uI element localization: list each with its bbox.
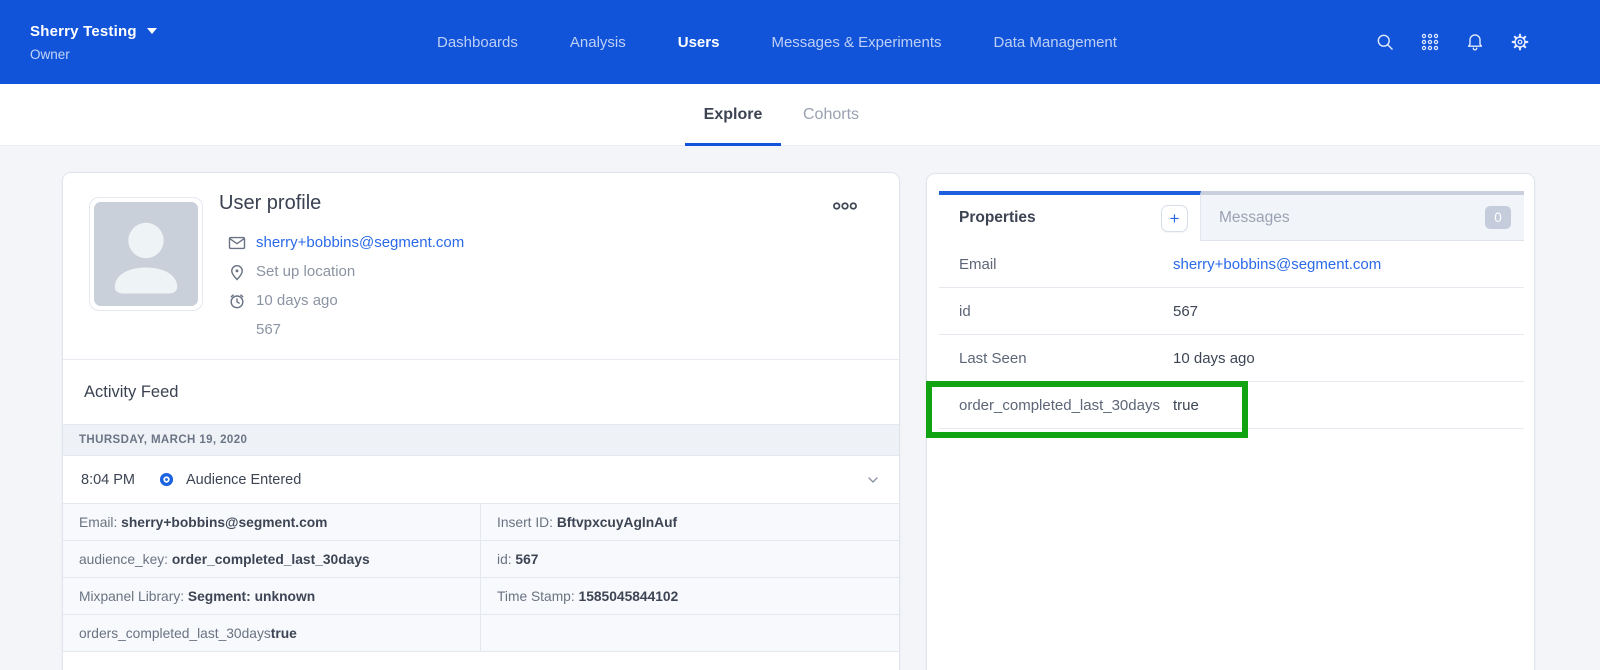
- tab-cohorts[interactable]: Cohorts: [781, 84, 881, 146]
- audience-entered-icon: [159, 472, 174, 487]
- tab-explore[interactable]: Explore: [685, 84, 781, 146]
- properties-messages-tabbar: Properties + Messages 0: [939, 191, 1524, 241]
- search-button[interactable]: [1375, 32, 1395, 52]
- event-property-cell: Mixpanel Library: Segment: unknown: [63, 578, 481, 615]
- avatar: [89, 197, 203, 311]
- nav-item-users[interactable]: Users: [678, 34, 720, 51]
- tab-messages-label: Messages: [1219, 209, 1485, 227]
- project-name: Sherry Testing: [30, 23, 137, 40]
- profile-last-seen-row: 10 days ago: [227, 286, 464, 315]
- user-properties-card: Properties + Messages 0 Email sherry+bob…: [926, 173, 1535, 670]
- event-property-cell: id: 567: [481, 541, 899, 578]
- settings-gear-icon: [1510, 32, 1530, 52]
- nav-item-data-management[interactable]: Data Management: [994, 34, 1117, 51]
- property-row-order-completed: order_completed_last_30days true: [939, 382, 1524, 429]
- property-row-last-seen: Last Seen 10 days ago: [939, 335, 1524, 382]
- project-switcher[interactable]: Sherry Testing: [30, 23, 157, 40]
- event-time: 8:04 PM: [81, 472, 159, 488]
- explore-cohorts-tabbar: Explore Cohorts: [0, 84, 1600, 146]
- activity-date-header: THURSDAY, MARCH 19, 2020: [63, 424, 899, 456]
- nav-item-dashboards[interactable]: Dashboards: [437, 34, 518, 51]
- event-property-cell-empty: [481, 615, 899, 652]
- more-dots-icon: [833, 201, 857, 211]
- event-property-cell: audience_key: order_completed_last_30day…: [63, 541, 481, 578]
- event-property-cell: Time Stamp: 1585045844102: [481, 578, 899, 615]
- property-row-id: id 567: [939, 288, 1524, 335]
- add-property-button[interactable]: +: [1161, 205, 1188, 232]
- project-role: Owner: [30, 47, 157, 62]
- location-pin-icon: [227, 262, 247, 282]
- main-nav: Dashboards Analysis Users Messages & Exp…: [437, 0, 1117, 84]
- tab-messages[interactable]: Messages 0: [1201, 191, 1524, 241]
- top-nav-bar: Sherry Testing Owner Dashboards Analysis…: [0, 0, 1600, 84]
- nav-item-messages-experiments[interactable]: Messages & Experiments: [771, 34, 941, 51]
- more-options-button[interactable]: [833, 201, 857, 211]
- alarm-clock-icon: [227, 291, 247, 311]
- profile-section: User profile sherry+bobbins@segment.com: [63, 173, 899, 359]
- project-block: Sherry Testing Owner: [30, 23, 157, 62]
- page-title: User profile: [219, 192, 321, 215]
- event-name: Audience Entered: [186, 472, 865, 488]
- profile-user-id: 567: [256, 315, 464, 344]
- activity-event-row[interactable]: 8:04 PM Audience Entered: [63, 456, 899, 503]
- nav-icon-group: [1375, 0, 1530, 84]
- property-row-email: Email sherry+bobbins@segment.com: [939, 241, 1524, 288]
- profile-email-row: sherry+bobbins@segment.com: [227, 228, 464, 257]
- person-avatar-icon: [94, 202, 198, 306]
- notifications-button[interactable]: [1465, 32, 1485, 52]
- activity-feed-title: Activity Feed: [63, 359, 899, 424]
- set-up-location-link[interactable]: Set up location: [256, 263, 355, 280]
- envelope-icon: [227, 233, 247, 253]
- nav-item-analysis[interactable]: Analysis: [570, 34, 626, 51]
- settings-button[interactable]: [1510, 32, 1530, 52]
- messages-count-badge: 0: [1485, 206, 1511, 229]
- apps-grid-button[interactable]: [1420, 32, 1440, 52]
- apps-grid-icon: [1420, 32, 1440, 52]
- chevron-down-icon[interactable]: [865, 472, 881, 488]
- event-properties-table: Email: sherry+bobbins@segment.com Insert…: [63, 503, 899, 652]
- chevron-down-icon: [147, 28, 157, 34]
- event-property-cell: orders_completed_last_30daystrue: [63, 615, 481, 652]
- profile-location-row: Set up location: [227, 257, 464, 286]
- notifications-bell-icon: [1465, 32, 1485, 52]
- tab-properties-label: Properties: [959, 209, 1161, 227]
- event-property-cell: Insert ID: BftvpxcuyAglnAuf: [481, 504, 899, 541]
- search-icon: [1375, 32, 1395, 52]
- tab-properties[interactable]: Properties +: [939, 191, 1201, 241]
- property-email-link[interactable]: sherry+bobbins@segment.com: [1173, 256, 1381, 273]
- user-profile-card: User profile sherry+bobbins@segment.com: [62, 172, 900, 670]
- content-area: User profile sherry+bobbins@segment.com: [0, 146, 1600, 670]
- profile-last-seen: 10 days ago: [256, 292, 338, 309]
- profile-email-link[interactable]: sherry+bobbins@segment.com: [256, 234, 464, 251]
- event-property-cell: Email: sherry+bobbins@segment.com: [63, 504, 481, 541]
